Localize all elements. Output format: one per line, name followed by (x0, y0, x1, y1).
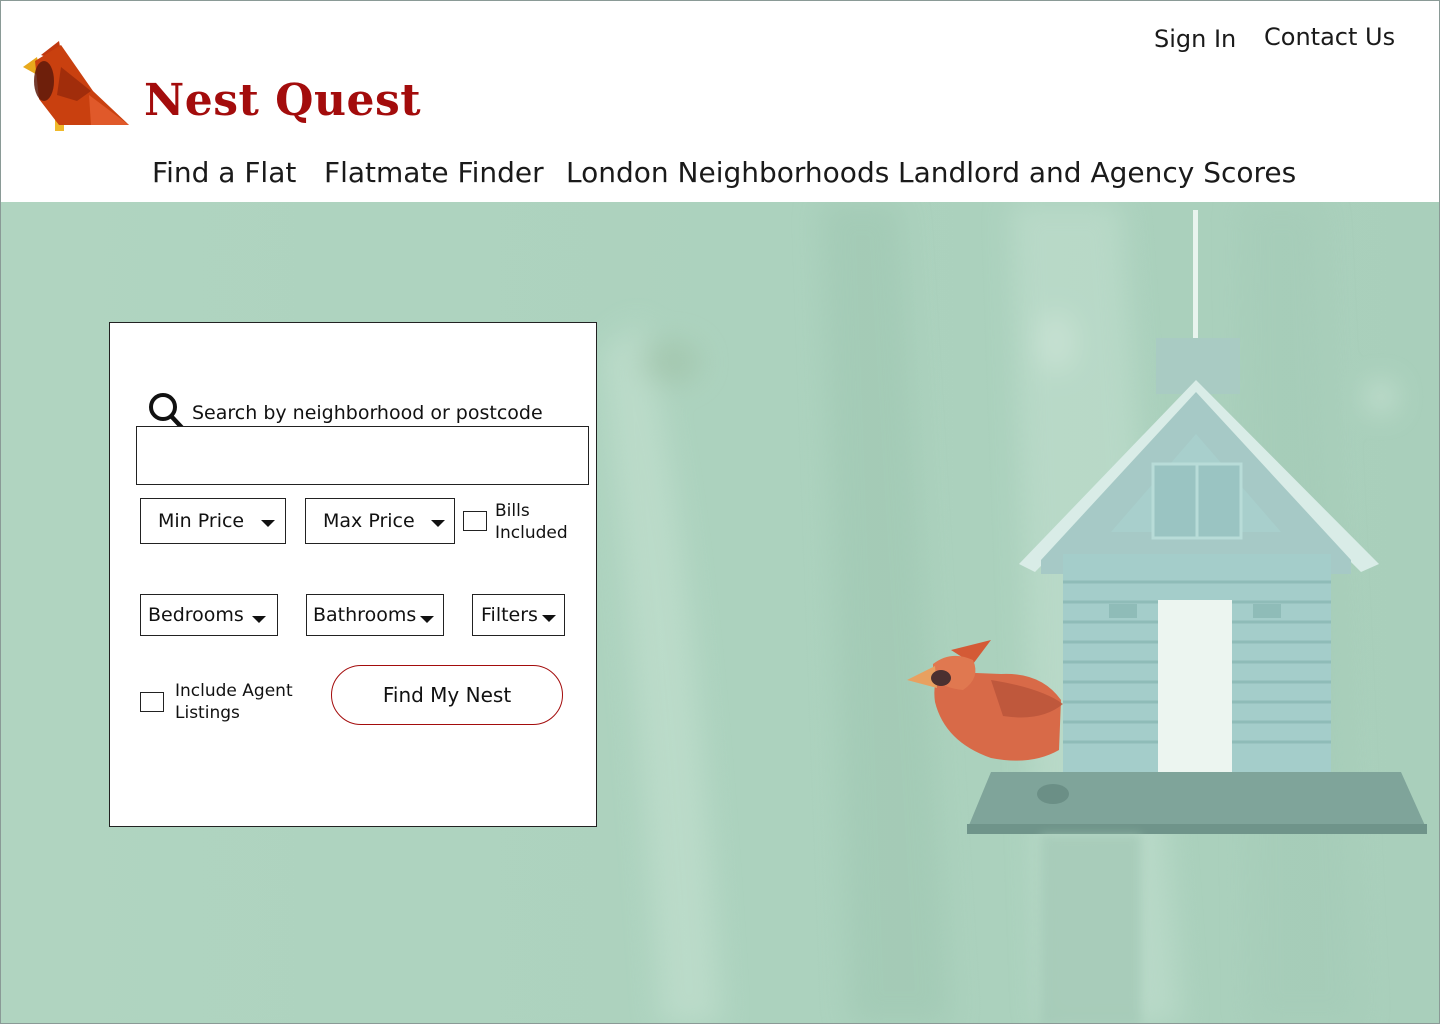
contact-us-link[interactable]: Contact Us (1264, 23, 1395, 51)
bills-included-text: Bills Included (495, 501, 568, 543)
min-price-dropdown[interactable]: Min Price (140, 498, 286, 544)
min-price-label: Min Price (158, 510, 245, 532)
bills-included-label: Bills Included (495, 500, 573, 544)
caret-down-icon (252, 616, 266, 623)
sign-in-link[interactable]: Sign In (1154, 25, 1236, 53)
site-header: Nest Quest Sign In Contact Us Find a Fla… (1, 1, 1439, 202)
filters-dropdown[interactable]: Filters (472, 594, 565, 636)
bathrooms-label: Bathrooms (313, 604, 417, 626)
nav-flatmate-finder[interactable]: Flatmate Finder (324, 156, 544, 189)
nav-find-a-flat[interactable]: Find a Flat (152, 156, 296, 189)
bathrooms-dropdown[interactable]: Bathrooms (306, 594, 444, 636)
bedrooms-dropdown[interactable]: Bedrooms (140, 594, 278, 636)
nav-landlord-agency-scores[interactable]: Landlord and Agency Scores (898, 156, 1296, 189)
caret-down-icon (420, 616, 434, 623)
include-agent-listings-label: Include Agent Listings (175, 680, 305, 724)
bedrooms-label: Bedrooms (148, 604, 244, 626)
page-frame: Nest Quest Sign In Contact Us Find a Fla… (0, 0, 1440, 1024)
search-input[interactable] (136, 426, 589, 485)
nav-london-neighborhoods[interactable]: London Neighborhoods (566, 156, 889, 189)
include-agent-listings-checkbox[interactable] (140, 692, 164, 712)
bills-included-checkbox[interactable] (463, 511, 487, 531)
cardinal-logo-icon (23, 41, 129, 131)
filters-label: Filters (481, 604, 538, 626)
caret-down-icon (542, 615, 556, 622)
brand-name[interactable]: Nest Quest (144, 75, 421, 126)
caret-down-icon (431, 520, 445, 527)
find-my-nest-button[interactable]: Find My Nest (331, 665, 563, 725)
max-price-dropdown[interactable]: Max Price (305, 498, 455, 544)
max-price-label: Max Price (323, 510, 415, 532)
search-label: Search by neighborhood or postcode (192, 402, 543, 424)
caret-down-icon (261, 520, 275, 527)
include-agent-listings-text: Include Agent Listings (175, 681, 293, 723)
